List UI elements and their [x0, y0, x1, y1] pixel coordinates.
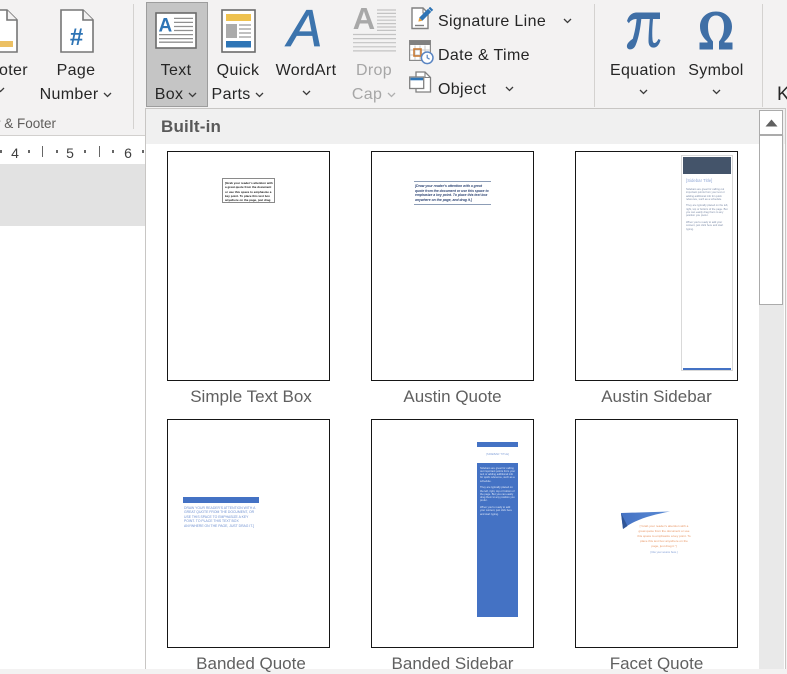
svg-text:#: #: [70, 24, 83, 51]
svg-text:A: A: [159, 16, 173, 37]
